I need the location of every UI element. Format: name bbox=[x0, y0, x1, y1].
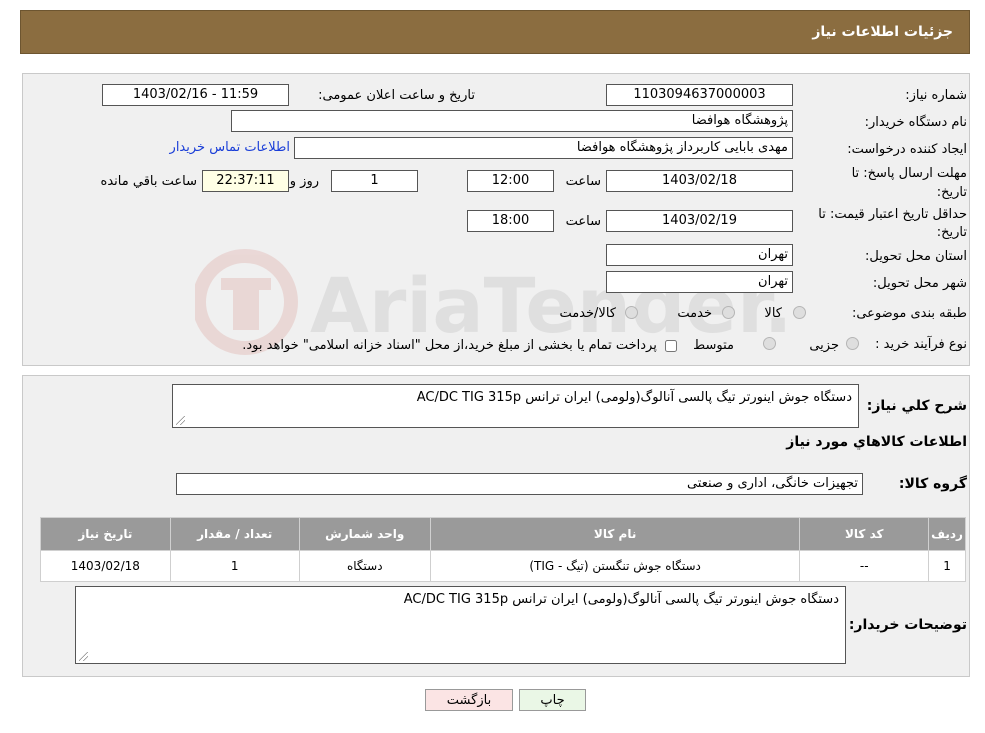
col-header-code: کد کالا bbox=[799, 517, 930, 551]
summary-text: دستگاه جوش اینورتر تیگ پالسی آنالوگ(ولوم… bbox=[416, 390, 852, 405]
items-table: ردیف کد کالا نام کالا واحد شمارش تعداد /… bbox=[40, 517, 966, 582]
category-option-service: خدمت bbox=[677, 306, 712, 321]
items-section-title: اطلاعات کالاهاي مورد نياز bbox=[786, 434, 967, 450]
treasury-checkbox[interactable] bbox=[665, 339, 677, 352]
category-option-goods: کالا bbox=[764, 306, 782, 321]
remaining-time-label: ساعت باقي مانده bbox=[100, 174, 197, 189]
goods-group-label: گروه کالا: bbox=[898, 476, 967, 492]
city-field: تهران bbox=[606, 271, 793, 293]
process-note-text: پرداخت تمام یا بخشی از مبلغ خرید،از محل … bbox=[242, 338, 657, 353]
announce-label: تاریخ و ساعت اعلان عمومی: bbox=[318, 88, 475, 103]
col-header-row: ردیف bbox=[928, 517, 966, 551]
buyer-org-label: نام دستگاه خریدار: bbox=[864, 115, 967, 130]
resize-grip-icon[interactable] bbox=[176, 416, 185, 425]
category-radio-goods[interactable] bbox=[793, 306, 806, 319]
remaining-days-field: 1 bbox=[331, 170, 418, 192]
province-label: استان محل تحویل: bbox=[865, 249, 967, 264]
validity-date-field: 1403/02/19 bbox=[606, 210, 793, 232]
process-radio-minor[interactable] bbox=[846, 337, 859, 350]
page-title: جزئیات اطلاعات نیاز bbox=[812, 24, 953, 40]
table-row: 1 -- دستگاه جوش تنگستن (تیگ - TIG) دستگا… bbox=[40, 550, 966, 582]
remaining-time-field: 22:37:11 bbox=[202, 170, 289, 192]
buyer-notes-label: توضیحات خریدار: bbox=[848, 617, 967, 633]
process-label: نوع فرآیند خرید : bbox=[875, 337, 967, 352]
col-header-unit: واحد شمارش bbox=[298, 517, 431, 551]
creator-label: ایجاد کننده درخواست: bbox=[847, 142, 967, 157]
page-header: جزئیات اطلاعات نیاز bbox=[20, 10, 970, 54]
summary-label: شرح کلي نياز: bbox=[866, 398, 967, 414]
deadline-time-label: ساعت bbox=[565, 174, 601, 189]
creator-field: مهدی بابایی کاربرداز پژوهشگاه هوافضا bbox=[294, 137, 793, 159]
validity-label-line1: حداقل تاریخ اعتبار قیمت: تا bbox=[818, 207, 967, 222]
process-option-medium: متوسط bbox=[693, 338, 734, 353]
days-label: روز و bbox=[289, 174, 319, 189]
need-number-field: 1103094637000003 bbox=[606, 84, 793, 106]
col-header-name: نام کالا bbox=[429, 517, 801, 551]
cell-item-name: دستگاه جوش تنگستن (تیگ - TIG) bbox=[429, 550, 801, 582]
category-option-goods-service: کالا/خدمت bbox=[559, 306, 616, 321]
category-radio-goods-service[interactable] bbox=[625, 306, 638, 319]
announce-field: 1403/02/16 - 11:59 bbox=[102, 84, 289, 106]
deadline-label-line1: مهلت ارسال پاسخ: تا bbox=[851, 166, 967, 181]
goods-group-field: تجهیزات خانگی، اداری و صنعتی bbox=[176, 473, 863, 495]
process-note: پرداخت تمام یا بخشی از مبلغ خرید،از محل … bbox=[242, 337, 677, 355]
cell-unit: دستگاه bbox=[298, 550, 431, 582]
category-label: طبقه بندی موضوعی: bbox=[851, 306, 967, 321]
deadline-label-line2: تاریخ: bbox=[936, 185, 967, 200]
summary-textarea[interactable]: دستگاه جوش اینورتر تیگ پالسی آنالوگ(ولوم… bbox=[172, 384, 859, 428]
buyer-notes-text: دستگاه جوش اینورتر تیگ پالسی آنالوگ(ولوم… bbox=[403, 592, 839, 607]
deadline-time-field: 12:00 bbox=[467, 170, 554, 192]
buyer-contact-link[interactable]: اطلاعات تماس خریدار bbox=[170, 140, 290, 155]
buyer-notes-textarea[interactable]: دستگاه جوش اینورتر تیگ پالسی آنالوگ(ولوم… bbox=[75, 586, 846, 664]
process-radio-medium[interactable] bbox=[763, 337, 776, 350]
col-header-qty: تعداد / مقدار bbox=[169, 517, 300, 551]
validity-time-field: 18:00 bbox=[467, 210, 554, 232]
print-button[interactable]: چاپ bbox=[519, 689, 586, 711]
resize-grip-icon[interactable] bbox=[79, 652, 88, 661]
process-option-minor: جزیی bbox=[809, 338, 839, 353]
cell-row-number: 1 bbox=[928, 550, 966, 582]
cell-need-date: 1403/02/18 bbox=[40, 550, 171, 582]
cell-item-code: -- bbox=[799, 550, 930, 582]
buyer-org-field: پژوهشگاه هوافضا bbox=[231, 110, 793, 132]
validity-time-label: ساعت bbox=[565, 214, 601, 229]
need-number-label: شماره نیاز: bbox=[905, 88, 967, 103]
deadline-date-field: 1403/02/18 bbox=[606, 170, 793, 192]
cell-quantity: 1 bbox=[169, 550, 300, 582]
city-label: شهر محل تحویل: bbox=[872, 276, 967, 291]
col-header-date: تاریخ نیاز bbox=[40, 517, 171, 551]
province-field: تهران bbox=[606, 244, 793, 266]
items-table-header-row: ردیف کد کالا نام کالا واحد شمارش تعداد /… bbox=[40, 517, 966, 551]
category-radio-service[interactable] bbox=[722, 306, 735, 319]
validity-label-line2: تاریخ: bbox=[936, 225, 967, 240]
back-button[interactable]: بازگشت bbox=[425, 689, 513, 711]
